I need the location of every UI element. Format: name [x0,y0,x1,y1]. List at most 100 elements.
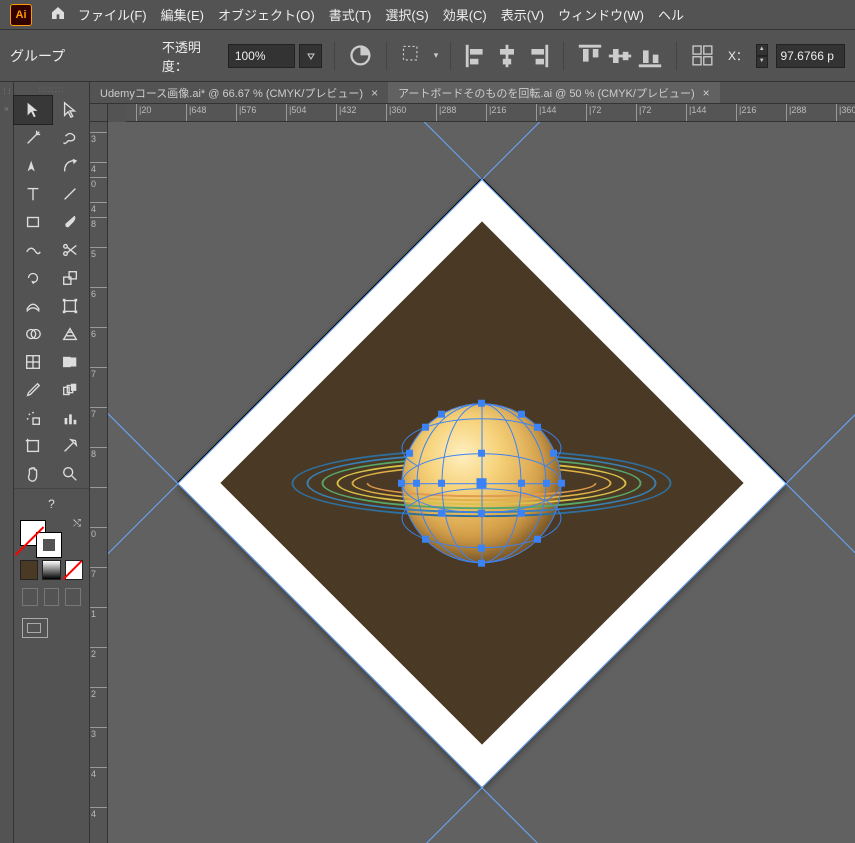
anchor-point[interactable] [422,535,429,542]
draw-inside-icon[interactable] [65,588,81,606]
anchor-point[interactable] [413,479,420,486]
anchor-point[interactable] [478,509,485,516]
magic-wand-tool-icon[interactable] [14,124,52,152]
graph-tool-icon[interactable] [52,404,90,432]
close-icon[interactable]: × [703,86,710,100]
anchor-point[interactable] [518,479,525,486]
blend-tool-icon[interactable] [52,376,90,404]
anchor-point[interactable] [406,449,413,456]
rotate-tool-icon[interactable] [14,264,52,292]
fill-stroke-swatches[interactable]: ⤭ [14,518,89,558]
home-icon[interactable] [50,5,66,24]
transform-icon[interactable] [689,42,716,70]
free-transform-tool-icon[interactable] [52,292,90,320]
swap-fill-stroke-icon[interactable]: ⤭ [73,518,81,529]
canvas[interactable] [108,122,855,843]
toolbox-grip-icon[interactable]: :::::::: [14,82,89,96]
menu-type[interactable]: 書式(T) [329,5,372,24]
anchor-point[interactable] [422,423,429,430]
align-v-center-icon[interactable] [606,42,634,70]
gradient-mode-icon[interactable] [42,560,60,580]
grip-icon[interactable] [0,82,13,100]
anchor-point[interactable] [534,423,541,430]
draw-normal-icon[interactable] [22,588,38,606]
anchor-point[interactable] [398,479,405,486]
x-stepper[interactable]: ▲▼ [756,44,768,68]
anchor-point[interactable] [534,535,541,542]
question-indicator[interactable]: ? [14,488,89,518]
anchor-point[interactable] [478,449,485,456]
paintbrush-tool-icon[interactable] [52,208,90,236]
menu-object[interactable]: オブジェクト(O) [218,5,315,24]
anchor-point[interactable] [518,410,525,417]
tab-doc-1[interactable]: Udemyコース画像.ai* @ 66.67 % (CMYK/プレビュー) × [90,82,388,103]
menu-edit[interactable]: 編集(E) [161,5,204,24]
eyedropper-tool-icon[interactable] [14,376,52,404]
opacity-input[interactable]: 100% [228,44,295,68]
close-icon[interactable]: × [371,86,378,100]
anchor-point[interactable] [476,478,486,488]
menu-effect[interactable]: 効果(C) [443,5,487,24]
anchor-point[interactable] [438,410,445,417]
scale-tool-icon[interactable] [52,264,90,292]
planet-group[interactable] [481,483,482,484]
recolor-icon[interactable] [347,42,374,70]
panel-dock-left[interactable]: » [0,82,14,843]
align-h-center-icon[interactable] [493,42,521,70]
menu-select[interactable]: 選択(S) [385,5,428,24]
mesh-tool-icon[interactable] [14,348,52,376]
slice-tool-icon[interactable] [52,432,90,460]
anchor-point[interactable] [438,479,445,486]
type-tool-icon[interactable] [14,180,52,208]
line-tool-icon[interactable] [52,180,90,208]
align-top-icon[interactable] [576,42,604,70]
menu-window[interactable]: ウィンドウ(W) [558,5,644,24]
anchor-point[interactable] [518,509,525,516]
tab-doc-2[interactable]: アートボードそのものを回転.ai @ 50 % (CMYK/プレビュー) × [388,82,720,103]
shape-mode-icon[interactable] [399,42,426,70]
scissors-tool-icon[interactable] [52,236,90,264]
anchor-point[interactable] [558,479,565,486]
artboard[interactable] [177,178,785,786]
anchor-point[interactable] [543,479,550,486]
screen-mode-icon[interactable] [22,618,48,638]
direct-selection-tool-icon[interactable] [52,96,90,124]
none-mode-icon[interactable] [65,560,83,580]
chevron-right-icon[interactable]: » [4,104,8,113]
symbol-sprayer-tool-icon[interactable] [14,404,52,432]
zoom-tool-icon[interactable] [52,460,90,488]
menu-view[interactable]: 表示(V) [501,5,544,24]
draw-behind-icon[interactable] [44,588,60,606]
shape-builder-tool-icon[interactable] [14,320,52,348]
curvature-tool-icon[interactable] [52,152,90,180]
menu-file[interactable]: ファイル(F) [78,5,147,24]
menu-help[interactable]: ヘル [658,5,684,24]
align-right-icon[interactable] [523,42,551,70]
opacity-dropdown-button[interactable] [299,44,322,68]
artboard-tool-icon[interactable] [14,432,52,460]
anchor-point[interactable] [478,559,485,566]
ruler-origin[interactable] [90,104,108,122]
anchor-point[interactable] [438,509,445,516]
ruler-tick: |216 [486,104,487,121]
anchor-point[interactable] [478,399,485,406]
gradient-tool-icon[interactable] [52,348,90,376]
ruler-vertical[interactable]: 3404856677807122344 [90,122,108,843]
lasso-tool-icon[interactable] [52,124,90,152]
perspective-tool-icon[interactable] [52,320,90,348]
width-tool-icon[interactable] [14,292,52,320]
align-left-icon[interactable] [463,42,491,70]
x-input[interactable]: 97.6766 p [776,44,845,68]
selection-tool-icon[interactable] [14,96,52,124]
color-mode-icon[interactable] [20,560,38,580]
rectangle-tool-icon[interactable] [14,208,52,236]
anchor-point[interactable] [550,449,557,456]
ruler-horizontal[interactable]: |20|648|576|504|432|360|288|216|144|72|7… [126,104,855,122]
pen-tool-icon[interactable] [14,152,52,180]
shaper-tool-icon[interactable] [14,236,52,264]
chevron-down-icon[interactable]: ▾ [434,50,439,61]
align-bottom-icon[interactable] [636,42,664,70]
hand-tool-icon[interactable] [14,460,52,488]
anchor-point[interactable] [478,544,485,551]
ruler-tick: 2 [90,647,107,648]
